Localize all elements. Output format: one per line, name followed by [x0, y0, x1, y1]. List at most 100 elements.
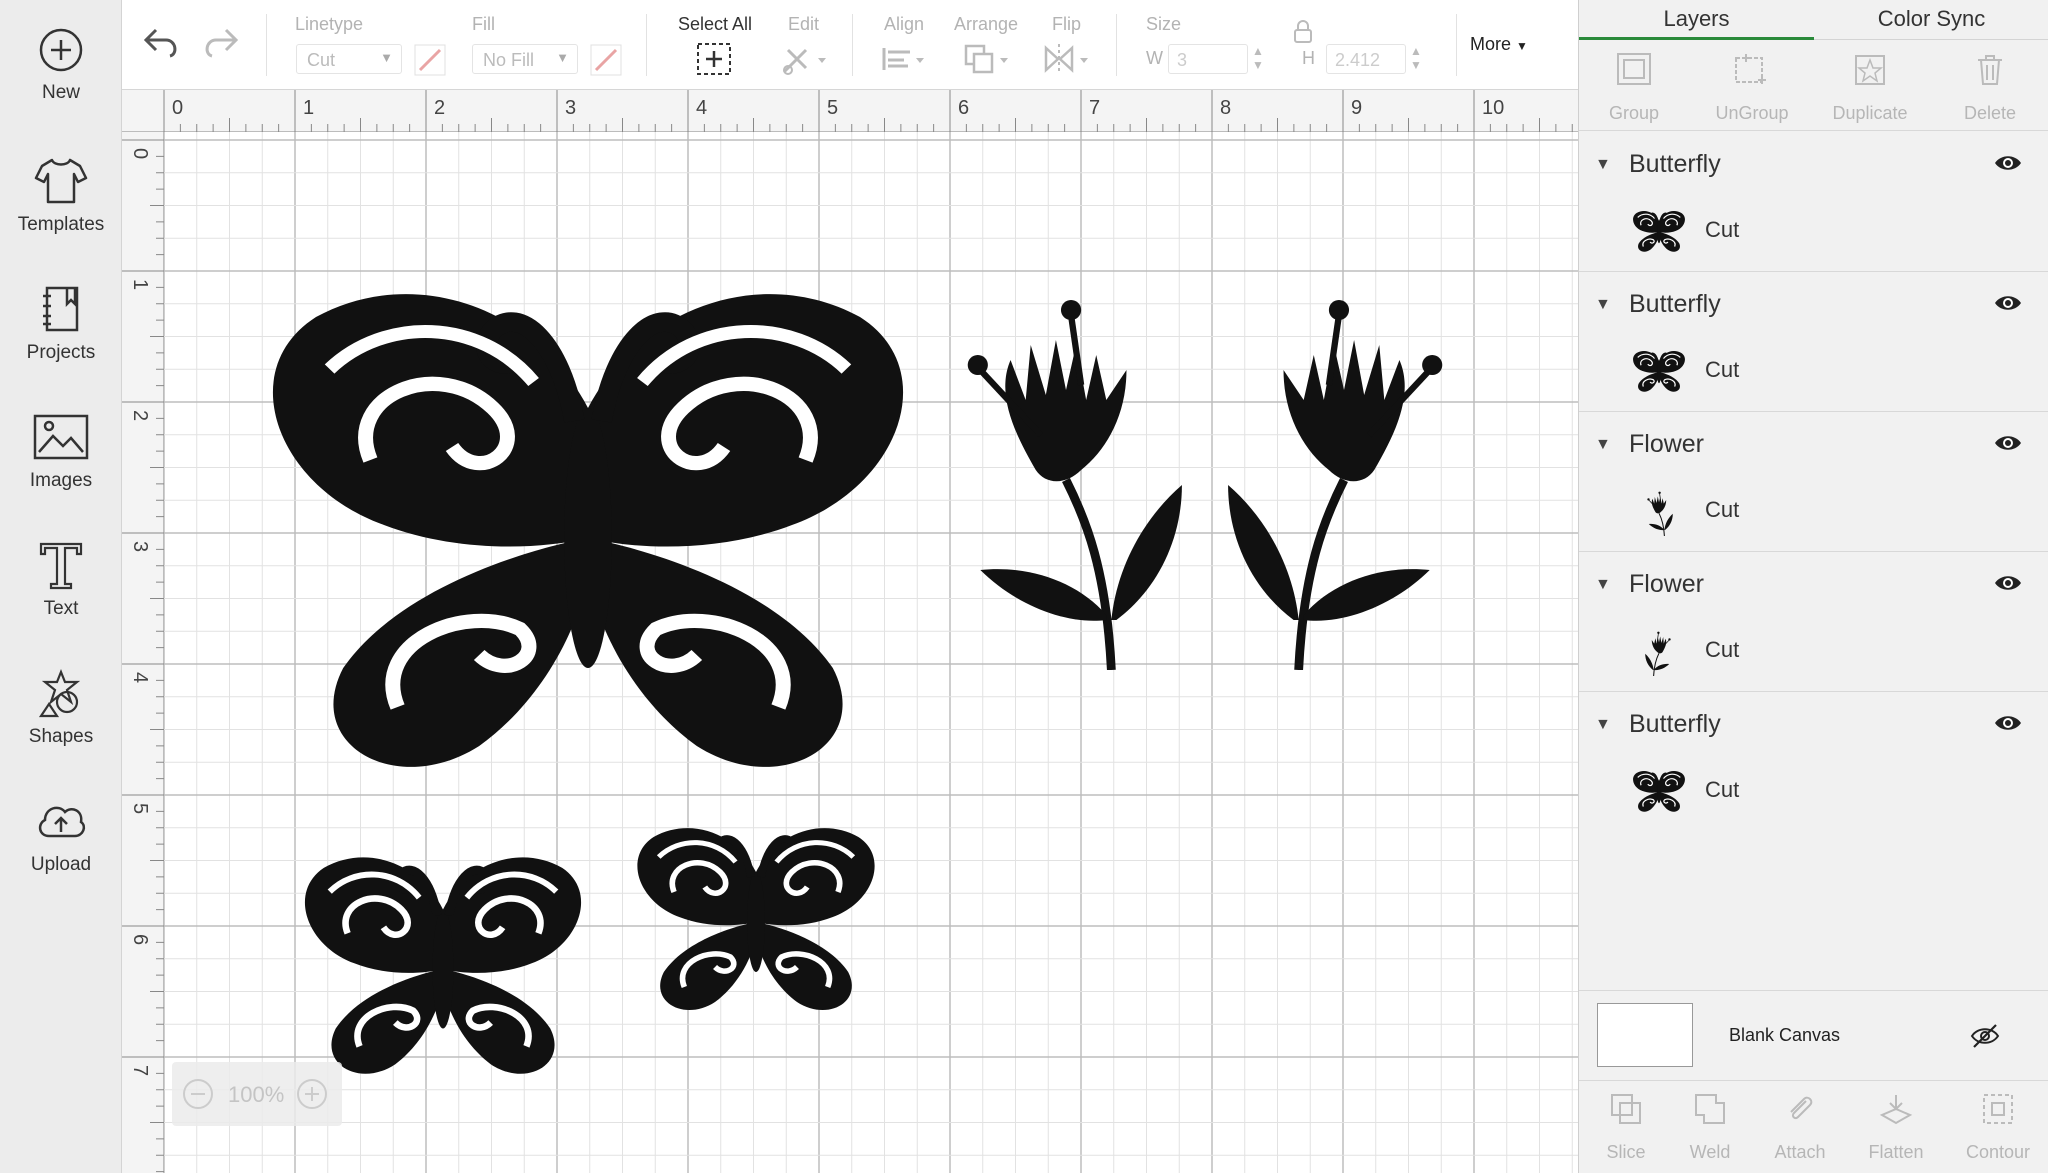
eye-icon[interactable]	[1993, 712, 2023, 734]
select-all-icon[interactable]	[696, 42, 732, 76]
tool-label: Slice	[1606, 1142, 1646, 1162]
sidebar-item-upload[interactable]: Upload	[0, 796, 122, 906]
ruler-label: 8	[1220, 97, 1231, 119]
linetype-label: Linetype	[295, 14, 364, 34]
paperclip-icon	[1790, 1096, 1813, 1120]
flower-thumbnail	[1631, 628, 1687, 676]
layer-item[interactable]: Cut	[1579, 202, 2048, 262]
chevron-down-icon: ▼	[380, 50, 393, 65]
flower-left[interactable]	[940, 270, 1192, 670]
ruler-label: 2	[434, 97, 445, 119]
layer-group[interactable]: ▼ Flower Cut	[1579, 552, 2048, 692]
sidebar-item-new[interactable]: New	[0, 26, 122, 136]
more-label: More	[1470, 34, 1512, 54]
layers-panel: Layers Color Sync Group UnGroup Duplicat…	[1578, 0, 2048, 1173]
ruler-ticks: 0 1 2 3 4 5 6 7	[122, 139, 164, 1173]
group-button[interactable]: Group	[1579, 44, 1689, 123]
delete-button[interactable]: Delete	[1935, 44, 2045, 123]
contour-icon	[1983, 1094, 2013, 1124]
sidebar-item-label: Shapes	[28, 726, 94, 747]
layer-group[interactable]: ▼ Butterfly Cut	[1579, 272, 2048, 412]
layer-item[interactable]: Cut	[1579, 762, 2048, 822]
flower-right[interactable]	[1218, 270, 1470, 670]
collapse-icon[interactable]: ▼	[1595, 716, 1611, 734]
ruler-label: 5	[129, 803, 151, 814]
design-space-app: New Templates Projects Images Text Shape…	[0, 0, 2048, 1173]
ruler-label: 7	[1089, 97, 1100, 119]
layer-name: Flower	[1629, 570, 1705, 598]
width-input[interactable]: 3	[1168, 44, 1248, 74]
collapse-icon[interactable]: ▼	[1595, 436, 1611, 454]
tool-label: Duplicate	[1832, 103, 1908, 123]
text-icon	[39, 542, 83, 590]
design-canvas[interactable]	[164, 132, 1578, 1173]
redo-icon[interactable]	[200, 26, 240, 60]
flatten-button[interactable]: Flatten	[1849, 1091, 1943, 1163]
layer-actions-bar: Slice Weld Attach Flatten Contour	[1579, 1080, 2048, 1173]
eye-icon[interactable]	[1993, 292, 2023, 314]
ruler-label: 6	[129, 934, 151, 945]
align-icon[interactable]	[880, 44, 930, 74]
butterfly-small-right[interactable]	[628, 822, 884, 1022]
tool-label: Flatten	[1868, 1142, 1924, 1162]
sidebar-item-images[interactable]: Images	[0, 412, 122, 522]
blank-canvas-row[interactable]: Blank Canvas	[1579, 990, 2048, 1078]
contour-button[interactable]: Contour	[1951, 1091, 2045, 1163]
linetype-color-swatch[interactable]	[414, 44, 446, 76]
undo-icon[interactable]	[142, 26, 182, 60]
sidebar-item-templates[interactable]: Templates	[0, 156, 122, 266]
width-stepper-icon[interactable]: ▲ ▼	[1252, 44, 1264, 72]
layer-item[interactable]: Cut	[1579, 342, 2048, 402]
collapse-icon[interactable]: ▼	[1595, 296, 1611, 314]
eye-icon[interactable]	[1993, 432, 2023, 454]
ruler-label: 1	[303, 97, 314, 119]
layer-name: Flower	[1629, 430, 1705, 458]
layer-group[interactable]: ▼ Butterfly Cut	[1579, 132, 2048, 272]
height-input[interactable]: 2.412	[1326, 44, 1406, 74]
butterfly-large[interactable]	[248, 278, 928, 798]
tab-layers[interactable]: Layers	[1579, 0, 1814, 40]
weld-icon	[1695, 1094, 1725, 1124]
edit-icon[interactable]	[780, 42, 830, 76]
zoom-in-icon[interactable]	[296, 1078, 328, 1110]
ruler-label: 3	[565, 97, 576, 119]
linetype-select[interactable]: Cut ▼	[296, 44, 402, 74]
toolbar-divider	[266, 14, 267, 76]
layer-item[interactable]: Cut	[1579, 482, 2048, 542]
slice-button[interactable]: Slice	[1579, 1091, 1673, 1163]
sidebar-item-label: Images	[29, 470, 93, 491]
shirt-icon	[34, 158, 88, 204]
lock-icon[interactable]	[1292, 20, 1314, 44]
eye-hidden-icon[interactable]	[1969, 1023, 2001, 1049]
layer-group[interactable]: ▼ Flower Cut	[1579, 412, 2048, 552]
height-stepper-icon[interactable]: ▲ ▼	[1410, 44, 1422, 72]
ruler-label: 0	[129, 148, 151, 159]
sidebar-item-projects[interactable]: Projects	[0, 284, 122, 394]
sidebar-item-label: Text	[43, 598, 79, 619]
weld-button[interactable]: Weld	[1663, 1091, 1757, 1163]
fill-select[interactable]: No Fill ▼	[472, 44, 578, 74]
collapse-icon[interactable]: ▼	[1595, 156, 1611, 174]
layer-group[interactable]: ▼ Butterfly Cut	[1579, 692, 2048, 832]
eye-icon[interactable]	[1993, 152, 2023, 174]
tab-color-sync[interactable]: Color Sync	[1814, 0, 2048, 40]
canvas-swatch[interactable]	[1597, 1003, 1693, 1067]
ungroup-button[interactable]: UnGroup	[1697, 44, 1807, 123]
more-menu-button[interactable]: More ▼	[1470, 34, 1528, 55]
sidebar-item-shapes[interactable]: Shapes	[0, 668, 122, 778]
eye-icon[interactable]	[1993, 572, 2023, 594]
zoom-out-icon[interactable]	[182, 1078, 214, 1110]
layer-operation: Cut	[1705, 777, 1740, 802]
align-label: Align	[884, 14, 925, 34]
duplicate-button[interactable]: Duplicate	[1815, 44, 1925, 123]
flip-icon[interactable]	[1042, 42, 1096, 76]
sidebar-item-text[interactable]: Text	[0, 540, 122, 650]
arrange-icon[interactable]	[962, 42, 1016, 76]
fill-color-swatch[interactable]	[590, 44, 622, 76]
butterfly-thumbnail	[1631, 768, 1687, 816]
attach-button[interactable]: Attach	[1753, 1091, 1847, 1163]
layer-item[interactable]: Cut	[1579, 622, 2048, 682]
ruler-left: 0 1 2 3 4 5 6 7	[122, 132, 164, 1173]
collapse-icon[interactable]: ▼	[1595, 576, 1611, 594]
butterfly-small-left[interactable]	[294, 850, 592, 1088]
